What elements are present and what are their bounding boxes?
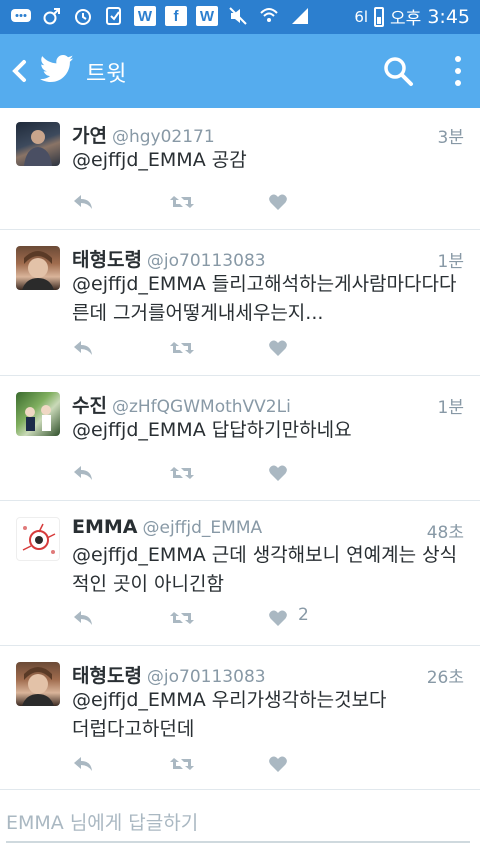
facebook-icon: f <box>165 6 187 26</box>
author-name: EMMA <box>72 516 138 538</box>
wifi-icon <box>258 5 280 27</box>
download-check-icon <box>103 5 125 27</box>
tweet-text: @ejffjd_EMMA 근데 생각해보니 연예계는 상식적인 곳이 아니긴함 <box>72 544 458 595</box>
reply-bar <box>0 795 480 853</box>
tweet-time: 1분 <box>437 252 464 272</box>
author-handle: @jo70113083 <box>146 667 266 687</box>
chat-icon <box>10 5 32 27</box>
tweet-actions: 2 <box>72 605 312 630</box>
avatar[interactable] <box>16 392 60 436</box>
ampm-label: 오후 <box>390 9 422 29</box>
retweet-icon[interactable] <box>169 608 195 628</box>
tweet-time: 26초 <box>426 668 464 688</box>
w-app-icon: W <box>134 6 156 26</box>
heart-icon[interactable] <box>268 192 288 212</box>
reply-icon[interactable] <box>72 754 94 774</box>
notification-icons: W f W <box>10 5 311 27</box>
twitter-bird-icon <box>40 54 74 83</box>
tweet-time: 3분 <box>437 128 464 148</box>
tweet-text: @ejffjd_EMMA 들리고해석하는게사람마다다다른데 그거를어떻게내세우는… <box>72 273 457 324</box>
tweet-text: @ejffjd_EMMA 공감 <box>72 149 247 171</box>
tweet-text: @ejffjd_EMMA 우리가생각하는것보다더럽다고하던데 <box>72 689 387 740</box>
status-bar: W f W 6l 오후 3:45 <box>0 0 480 34</box>
tweet-actions <box>72 754 312 776</box>
reply-icon[interactable] <box>72 608 94 628</box>
tweet-author[interactable]: 태형도령 @jo70113083 <box>72 661 266 688</box>
tweet-author[interactable]: 가연 @hgy02171 <box>72 121 215 148</box>
tweet-item[interactable]: EMMA @ejffjd_EMMA 48초 @ejffjd_EMMA 근데 생각해… <box>0 501 480 646</box>
clock: 3:45 <box>427 5 470 28</box>
w-app-icon-2: W <box>196 6 218 26</box>
reply-icon[interactable] <box>72 192 94 212</box>
page-title: 트윗 <box>86 62 127 87</box>
mute-icon <box>227 5 249 27</box>
signal-text: 6l <box>354 7 369 26</box>
avatar[interactable] <box>16 246 60 290</box>
retweet-icon[interactable] <box>169 192 195 212</box>
avatar[interactable] <box>16 122 60 166</box>
battery-icon <box>374 6 385 27</box>
author-handle: @hgy02171 <box>111 127 215 147</box>
male-symbol-icon <box>41 5 63 27</box>
tweet-text: @ejffjd_EMMA 답답하기만하네요 <box>72 419 352 441</box>
retweet-icon[interactable] <box>169 463 195 483</box>
author-handle: @jo70113083 <box>146 251 266 271</box>
tweet-item[interactable]: 수진 @zHfQGWMothVV2Li 1분 @ejffjd_EMMA 답답하기만… <box>0 376 480 501</box>
back-arrow-icon[interactable] <box>10 56 28 86</box>
avatar[interactable] <box>16 517 60 561</box>
author-handle: @zHfQGWMothVV2Li <box>111 397 291 417</box>
status-right: 6l 오후 3:45 <box>354 4 470 30</box>
reply-input[interactable] <box>6 805 470 843</box>
tweet-time: 1분 <box>437 398 464 418</box>
tweet-author[interactable]: 태형도령 @jo70113083 <box>72 245 266 272</box>
avatar[interactable] <box>16 662 60 706</box>
alarm-icon <box>72 5 94 27</box>
tweet-item[interactable]: 태형도령 @jo70113083 26초 @ejffjd_EMMA 우리가생각하는… <box>0 646 480 790</box>
app-bar: 트윗 <box>0 34 480 108</box>
heart-icon[interactable] <box>268 608 288 628</box>
tweet-author[interactable]: 수진 @zHfQGWMothVV2Li <box>72 391 291 418</box>
tweet-actions <box>72 338 312 360</box>
tweet-actions <box>72 192 312 214</box>
signal-icon <box>289 5 311 27</box>
heart-icon[interactable] <box>268 338 288 358</box>
heart-icon[interactable] <box>268 463 288 483</box>
tweet-time: 48초 <box>426 523 464 543</box>
retweet-icon[interactable] <box>169 754 195 774</box>
reply-icon[interactable] <box>72 463 94 483</box>
tweet-author[interactable]: EMMA @ejffjd_EMMA <box>72 516 262 538</box>
author-handle: @ejffjd_EMMA <box>142 518 263 538</box>
tweet-item[interactable]: 가연 @hgy02171 3분 @ejffjd_EMMA 공감 <box>0 108 480 230</box>
more-options-icon[interactable] <box>450 54 466 88</box>
search-icon[interactable] <box>381 54 415 88</box>
author-name: 수진 <box>72 395 107 417</box>
tweet-actions <box>72 463 312 485</box>
retweet-icon[interactable] <box>169 338 195 358</box>
author-name: 태형도령 <box>72 665 142 687</box>
tweet-item[interactable]: 태형도령 @jo70113083 1분 @ejffjd_EMMA 들리고해석하는게… <box>0 230 480 376</box>
like-count: 2 <box>298 605 309 625</box>
heart-icon[interactable] <box>268 754 288 774</box>
author-name: 가연 <box>72 125 107 147</box>
author-name: 태형도령 <box>72 249 142 271</box>
reply-icon[interactable] <box>72 338 94 358</box>
